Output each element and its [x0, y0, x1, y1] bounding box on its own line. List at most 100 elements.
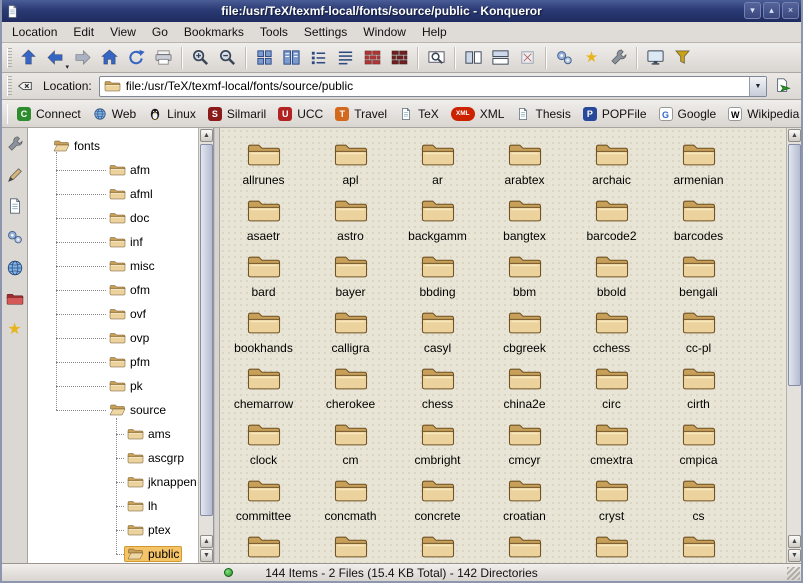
- text-view-button[interactable]: [332, 45, 359, 71]
- folder-item-astro[interactable]: astro: [307, 196, 394, 252]
- location-toolbar-grip[interactable]: [7, 76, 12, 96]
- folder-item-cirth[interactable]: cirth: [655, 364, 742, 420]
- sidebar-tab-network[interactable]: [4, 257, 26, 279]
- reload-button[interactable]: [123, 45, 150, 71]
- bookmark-connect[interactable]: CConnect: [11, 103, 87, 125]
- folder-item-croatian[interactable]: croatian: [481, 476, 568, 532]
- bookmark-google[interactable]: GGoogle: [653, 103, 723, 125]
- toolbar-grip[interactable]: [7, 48, 12, 68]
- bookmark-silmaril[interactable]: SSilmaril: [202, 103, 272, 125]
- folder-item-cmpica[interactable]: cmpica: [655, 420, 742, 476]
- folder-item-china2e[interactable]: china2e: [481, 364, 568, 420]
- folder-item-concmath[interactable]: concmath: [307, 476, 394, 532]
- folder-item-cchess[interactable]: cchess: [568, 308, 655, 364]
- folder-item-bbm[interactable]: bbm: [481, 252, 568, 308]
- tree-item-ams[interactable]: ams: [28, 422, 198, 446]
- tree-item-pfm[interactable]: pfm: [28, 350, 198, 374]
- folder-item-bangtex[interactable]: bangtex: [481, 196, 568, 252]
- resize-grip[interactable]: [787, 567, 800, 580]
- folder-item-casyl[interactable]: casyl: [394, 308, 481, 364]
- bookmark-web[interactable]: Web: [87, 103, 142, 125]
- split-view-left-right-button[interactable]: [460, 45, 487, 71]
- folder-item-cmextra[interactable]: cmextra: [568, 420, 655, 476]
- tree-scrollbar-down-button[interactable]: ▼: [200, 549, 213, 562]
- sidebar-tab-services[interactable]: [4, 226, 26, 248]
- bricks-view-button[interactable]: [359, 45, 386, 71]
- bricks-view-alt-button[interactable]: [386, 45, 413, 71]
- split-view-top-bottom-button[interactable]: [487, 45, 514, 71]
- close-button[interactable]: ×: [782, 2, 799, 19]
- tree-item-fonts[interactable]: fonts: [28, 134, 198, 158]
- folder-item-apl[interactable]: apl: [307, 140, 394, 196]
- folder-item-cherokee[interactable]: cherokee: [307, 364, 394, 420]
- folder-item-cmbright[interactable]: cmbright: [394, 420, 481, 476]
- folder-item-calligra[interactable]: calligra: [307, 308, 394, 364]
- menu-item-view[interactable]: View: [102, 22, 144, 43]
- filter-button[interactable]: [669, 45, 696, 71]
- remove-view-button[interactable]: [514, 45, 541, 71]
- folder-item-ar[interactable]: ar: [394, 140, 481, 196]
- folder-item-committee[interactable]: committee: [220, 476, 307, 532]
- home-button[interactable]: [96, 45, 123, 71]
- gears-button[interactable]: [551, 45, 578, 71]
- bookmark-toolbar-grip[interactable]: [7, 104, 8, 124]
- folder-item-partial[interactable]: [568, 532, 655, 563]
- main-scrollbar-up-button[interactable]: ▲: [788, 129, 801, 142]
- tree-item-inf[interactable]: inf: [28, 230, 198, 254]
- folder-item-barcode2[interactable]: barcode2: [568, 196, 655, 252]
- main-scrollbar-thumb[interactable]: [788, 144, 801, 386]
- folder-item-bookhands[interactable]: bookhands: [220, 308, 307, 364]
- bookmark-thesis[interactable]: Thesis: [510, 103, 576, 125]
- sidebar-tab-root-folder[interactable]: [4, 288, 26, 310]
- zoom-out-button[interactable]: [214, 45, 241, 71]
- folder-item-backgamm[interactable]: backgamm: [394, 196, 481, 252]
- folder-item-bard[interactable]: bard: [220, 252, 307, 308]
- folder-item-bbding[interactable]: bbding: [394, 252, 481, 308]
- menu-item-edit[interactable]: Edit: [65, 22, 102, 43]
- bookmark-xml[interactable]: XMLXML: [445, 103, 511, 125]
- folder-item-bayer[interactable]: bayer: [307, 252, 394, 308]
- location-dropdown-button[interactable]: ▼: [749, 77, 766, 96]
- tree-item-ptex[interactable]: ptex: [28, 518, 198, 542]
- monitor-button[interactable]: [642, 45, 669, 71]
- folder-item-chemarrow[interactable]: chemarrow: [220, 364, 307, 420]
- folder-item-partial[interactable]: [220, 532, 307, 563]
- sidebar-tab-tools[interactable]: [4, 133, 26, 155]
- folder-item-bengali[interactable]: bengali: [655, 252, 742, 308]
- menu-item-help[interactable]: Help: [414, 22, 455, 43]
- tree-scrollbar-thumb[interactable]: [200, 144, 213, 516]
- folder-item-partial[interactable]: [481, 532, 568, 563]
- sidebar-tab-pen[interactable]: [4, 164, 26, 186]
- menu-item-settings[interactable]: Settings: [296, 22, 355, 43]
- bookmark-travel[interactable]: TTravel: [329, 103, 393, 125]
- directory-icon-view[interactable]: allrunesaplararabtexarchaicarmenianasaet…: [220, 128, 786, 563]
- folder-item-armenian[interactable]: armenian: [655, 140, 742, 196]
- folder-item-cs[interactable]: cs: [655, 476, 742, 532]
- maximize-button[interactable]: ▴: [763, 2, 780, 19]
- sidebar-tab-history[interactable]: [4, 195, 26, 217]
- menu-item-bookmarks[interactable]: Bookmarks: [176, 22, 252, 43]
- main-scrollbar-up2-button[interactable]: ▲: [788, 535, 801, 548]
- clear-location-button[interactable]: [15, 75, 39, 97]
- up-button[interactable]: [15, 45, 42, 71]
- forward-button[interactable]: [69, 45, 96, 71]
- menu-item-tools[interactable]: Tools: [252, 22, 296, 43]
- folder-item-partial[interactable]: [307, 532, 394, 563]
- folder-item-bbold[interactable]: bbold: [568, 252, 655, 308]
- tree-item-ovp[interactable]: ovp: [28, 326, 198, 350]
- icon-view-button[interactable]: [251, 45, 278, 71]
- tree-item-source[interactable]: source: [28, 398, 198, 422]
- back-button[interactable]: ▾: [42, 45, 69, 71]
- bookmark-wikipedia[interactable]: WWikipedia: [722, 103, 803, 125]
- folder-item-partial[interactable]: [655, 532, 742, 563]
- tree-item-ovf[interactable]: ovf: [28, 302, 198, 326]
- folder-item-cm[interactable]: cm: [307, 420, 394, 476]
- tree-item-afm[interactable]: afm: [28, 158, 198, 182]
- find-button[interactable]: [423, 45, 450, 71]
- tree-scrollbar-up-button[interactable]: ▲: [200, 129, 213, 142]
- tree-scrollbar[interactable]: ▲ ▲ ▼: [198, 128, 213, 563]
- go-button[interactable]: [773, 75, 797, 97]
- folder-item-cc-pl[interactable]: cc-pl: [655, 308, 742, 364]
- folder-item-allrunes[interactable]: allrunes: [220, 140, 307, 196]
- folder-item-circ[interactable]: circ: [568, 364, 655, 420]
